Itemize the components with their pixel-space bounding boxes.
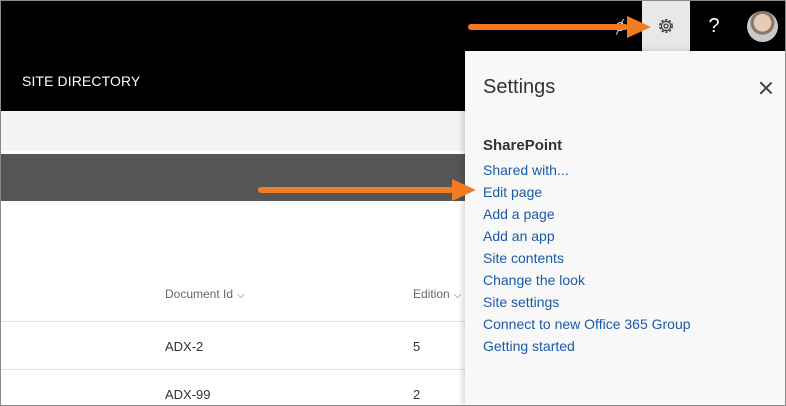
site-title[interactable]: SITE DIRECTORY: [22, 73, 140, 89]
menu-item-connect-office365-group[interactable]: Connect to new Office 365 Group: [483, 313, 691, 335]
close-icon[interactable]: [758, 80, 774, 96]
help-button[interactable]: ?: [690, 1, 738, 51]
panel-title: Settings: [483, 76, 556, 98]
column-header-edition[interactable]: Edition ⌵: [413, 287, 461, 301]
menu-item-shared-with[interactable]: Shared with...: [483, 159, 691, 181]
menu-item-site-settings[interactable]: Site settings: [483, 291, 691, 313]
avatar[interactable]: [747, 11, 778, 42]
menu-item-add-a-page[interactable]: Add a page: [483, 203, 691, 225]
annotation-arrow-gear: [468, 24, 628, 30]
suite-bar: ȼ ?: [1, 1, 785, 51]
arrow-head-icon: [452, 179, 476, 201]
chevron-down-icon: ⌵: [453, 290, 462, 301]
menu-item-edit-page[interactable]: Edit page: [483, 181, 691, 203]
app-window: ȼ ? SITE DIRECTORY Document Id⌵ Edition⌵…: [0, 0, 786, 406]
chevron-down-icon: ⌵: [237, 290, 245, 301]
arrow-head-icon: [627, 16, 651, 38]
edition-cell: 5: [413, 339, 421, 354]
menu-item-add-an-app[interactable]: Add an app: [483, 225, 691, 247]
document-id-cell[interactable]: ADX-99: [165, 387, 211, 402]
menu-item-getting-started[interactable]: Getting started: [483, 335, 691, 357]
settings-panel: Settings SharePoint Shared with... Edit …: [465, 51, 785, 405]
column-header-label: Document Id: [165, 287, 234, 301]
column-header-document-id[interactable]: Document Id ⌵: [165, 287, 245, 301]
gear-icon: [659, 19, 673, 33]
settings-menu: Shared with... Edit page Add a page Add …: [483, 159, 691, 357]
edition-cell: 2: [413, 387, 421, 402]
menu-item-change-the-look[interactable]: Change the look: [483, 269, 691, 291]
section-title: SharePoint: [483, 137, 563, 154]
menu-item-site-contents[interactable]: Site contents: [483, 247, 691, 269]
annotation-arrow-edit-page: [258, 187, 454, 193]
column-header-label: Edition: [413, 287, 450, 301]
document-id-cell[interactable]: ADX-2: [165, 339, 203, 354]
